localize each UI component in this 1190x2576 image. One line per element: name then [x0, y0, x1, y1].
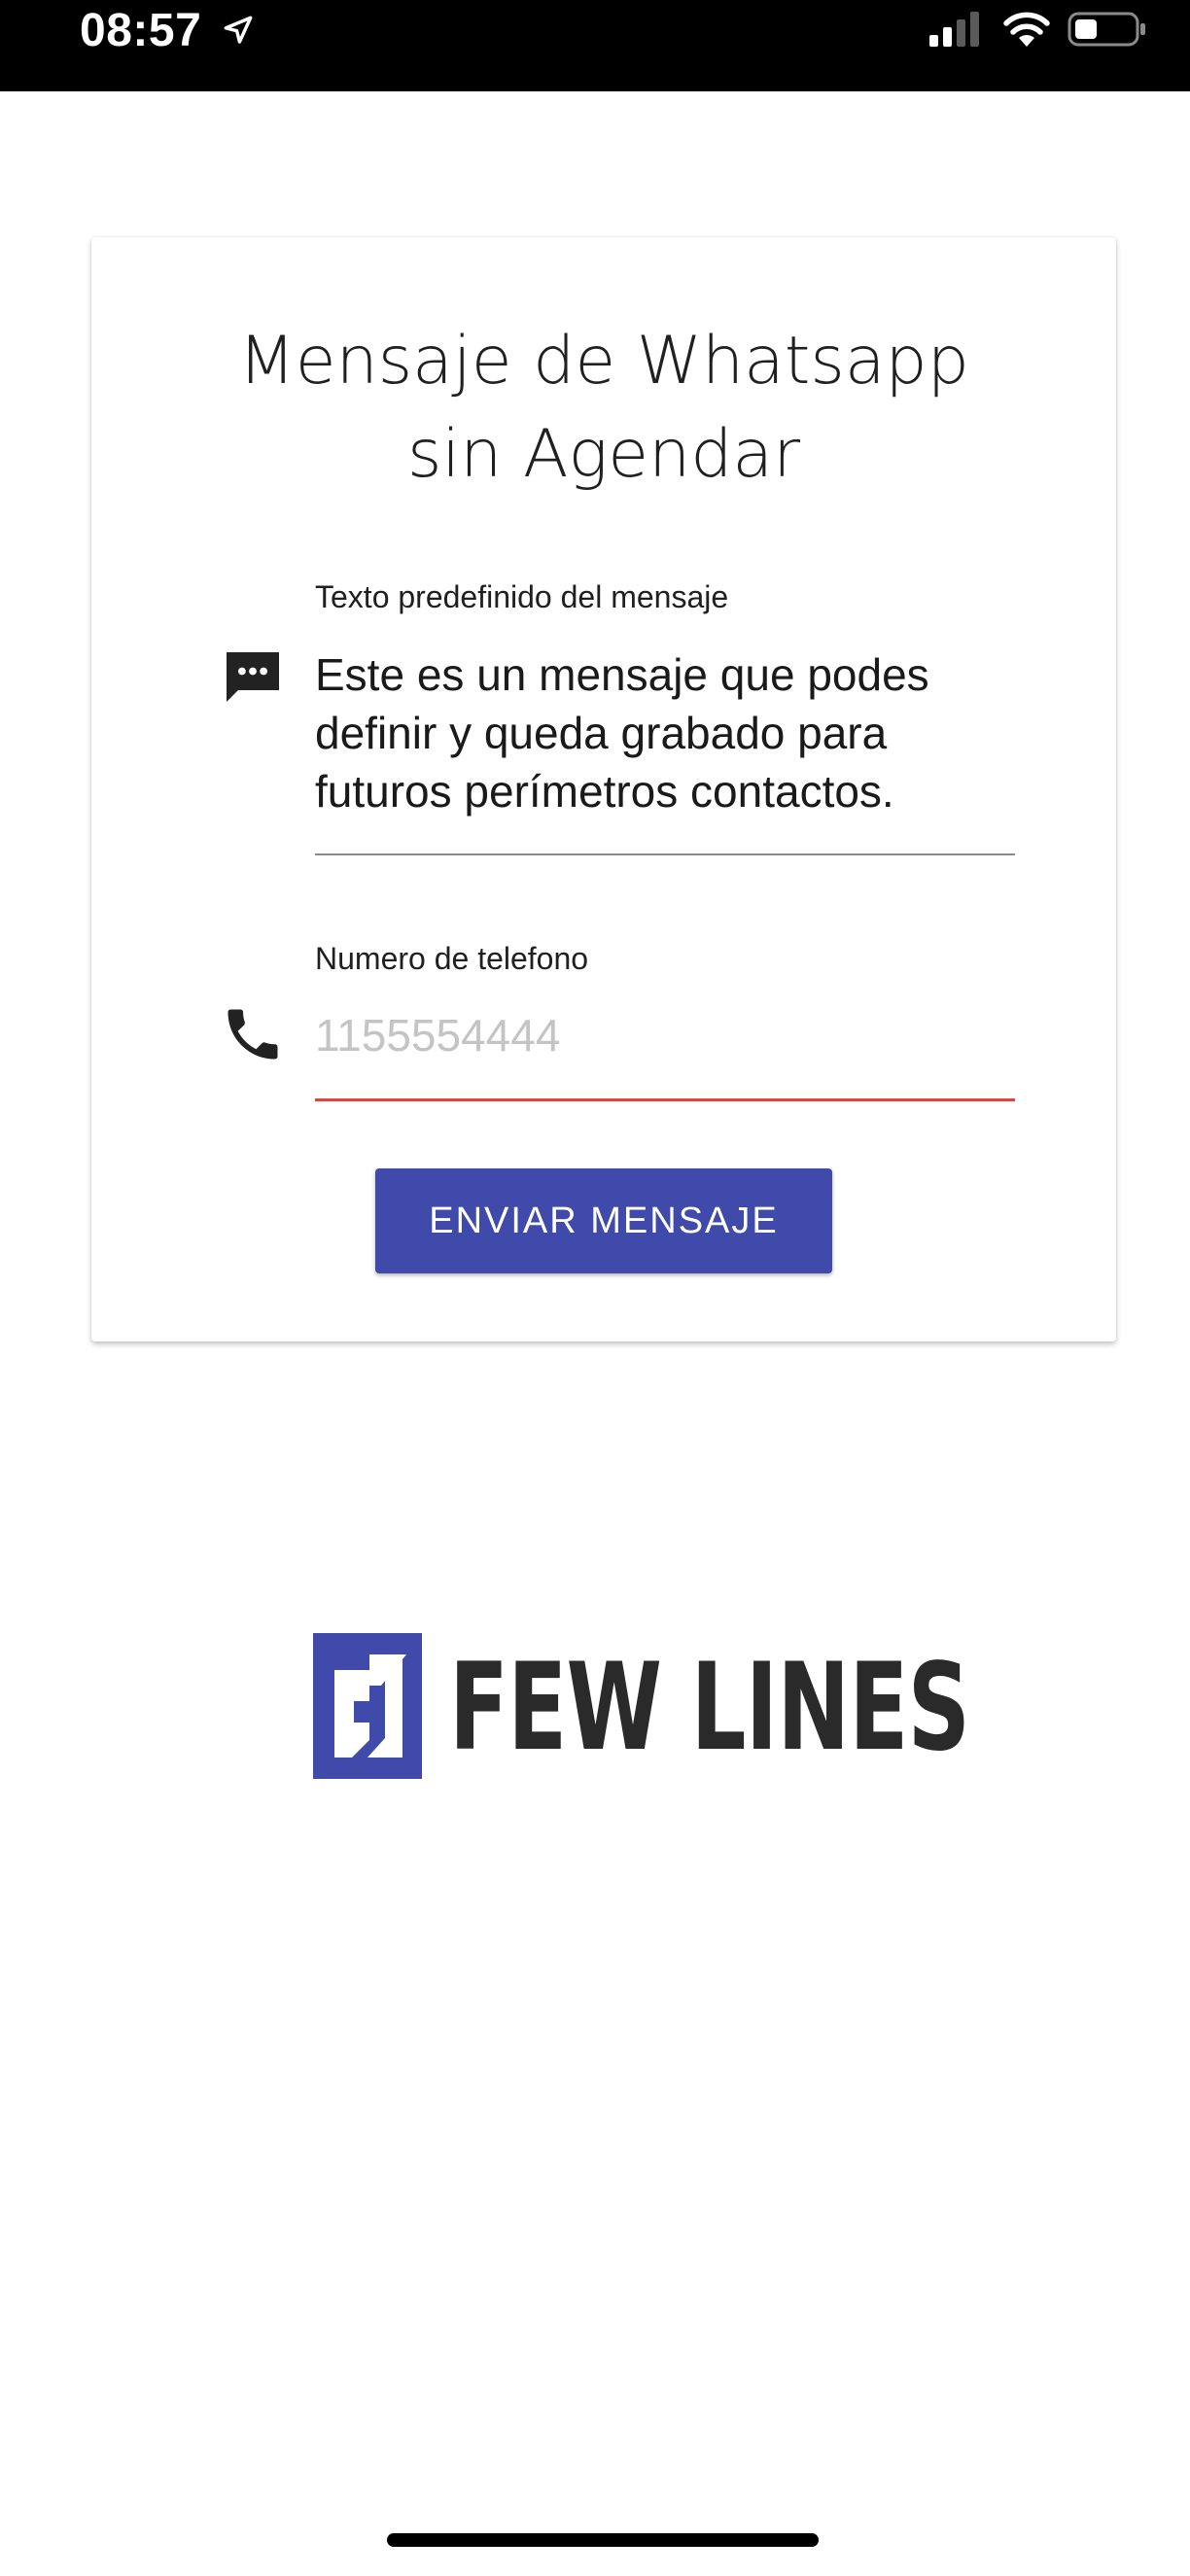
location-arrow-icon	[224, 16, 253, 44]
cellular-signal-icon	[929, 12, 979, 47]
send-message-button[interactable]: ENVIAR MENSAJE	[375, 1168, 832, 1273]
message-textarea[interactable]: Este es un mensaje que podes definir y q…	[315, 645, 1015, 820]
phone-field-underline	[315, 1098, 1015, 1101]
chat-bubble-icon	[227, 652, 279, 702]
phone-field-label: Numero de telefono	[315, 941, 589, 976]
home-indicator[interactable]	[387, 2533, 819, 2547]
phone-number-input[interactable]	[315, 1003, 1015, 1067]
message-field-underline	[315, 853, 1015, 855]
page-title-line-2: sin Agendar	[406, 416, 801, 493]
status-time: 08:57	[80, 5, 202, 56]
message-field-label: Texto predefinido del mensaje	[315, 579, 729, 614]
page-title-line-1: Mensaje de Whatsapp	[238, 323, 969, 400]
status-bar: 08:57	[0, 0, 1190, 91]
few-lines-logo-icon	[313, 1633, 422, 1779]
phone-icon	[228, 1009, 278, 1060]
brand-wordmark: FEW LINES	[449, 1638, 970, 1778]
page-title: Mensaje de Whatsapp sin Agendar	[91, 315, 1116, 502]
battery-icon	[1068, 12, 1145, 47]
wifi-icon	[1003, 12, 1050, 47]
app-screen: 08:57 Mensaje de Whatsapp sin Agendar Te…	[0, 0, 1190, 2576]
whatsapp-form-card: Mensaje de Whatsapp sin Agendar Texto pr…	[91, 237, 1116, 1341]
